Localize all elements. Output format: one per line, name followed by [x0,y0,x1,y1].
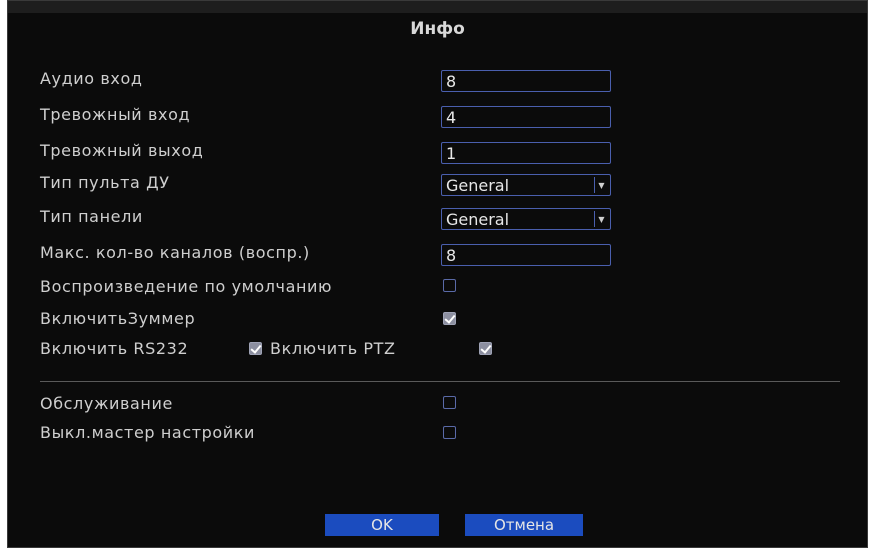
audio-in-label: Аудио вход [40,69,143,88]
max-playback-field[interactable]: 8 [441,244,611,266]
rs232-checkbox[interactable] [249,342,262,355]
audio-in-field[interactable]: 8 [441,70,611,92]
wizard-off-label: Выкл.мастер настройки [40,423,256,442]
maintenance-checkbox[interactable] [443,396,456,409]
wizard-off-checkbox[interactable] [443,426,456,439]
remote-type-value: General [446,176,510,195]
alarm-in-field[interactable]: 4 [441,106,611,128]
buzzer-checkbox[interactable] [443,312,456,325]
rs232-label: Включить RS232 [40,339,189,358]
default-playback-label: Воспроизведение по умолчанию [40,277,333,296]
remote-type-select[interactable]: General ▼ [441,174,611,196]
alarm-out-label: Тревожный выход [40,141,204,160]
buzzer-label: ВключитьЗуммер [40,309,196,328]
panel-type-value: General [446,210,510,229]
alarm-in-label: Тревожный вход [40,105,191,124]
ok-button[interactable]: OK [325,514,439,536]
maintenance-label: Обслуживание [40,394,173,413]
chevron-down-icon[interactable]: ▼ [594,211,608,227]
default-playback-checkbox[interactable] [443,279,456,292]
ptz-label: Включить PTZ [270,339,396,358]
chevron-down-icon[interactable]: ▼ [594,177,608,193]
remote-type-label: Тип пульта ДУ [40,173,170,192]
dialog-title: Инфо [410,19,465,39]
panel-type-label: Тип панели [40,207,143,226]
top-strip [8,1,867,13]
cancel-button[interactable]: Отмена [465,514,583,536]
panel-type-select[interactable]: General ▼ [441,208,611,230]
max-playback-label: Макс. кол-во каналов (воспр.) [40,243,310,262]
alarm-out-field[interactable]: 1 [441,142,611,164]
divider [40,381,840,382]
info-dialog: Инфо Аудио вход 8 Тревожный вход 4 Трево… [7,0,868,548]
ptz-checkbox[interactable] [479,342,492,355]
